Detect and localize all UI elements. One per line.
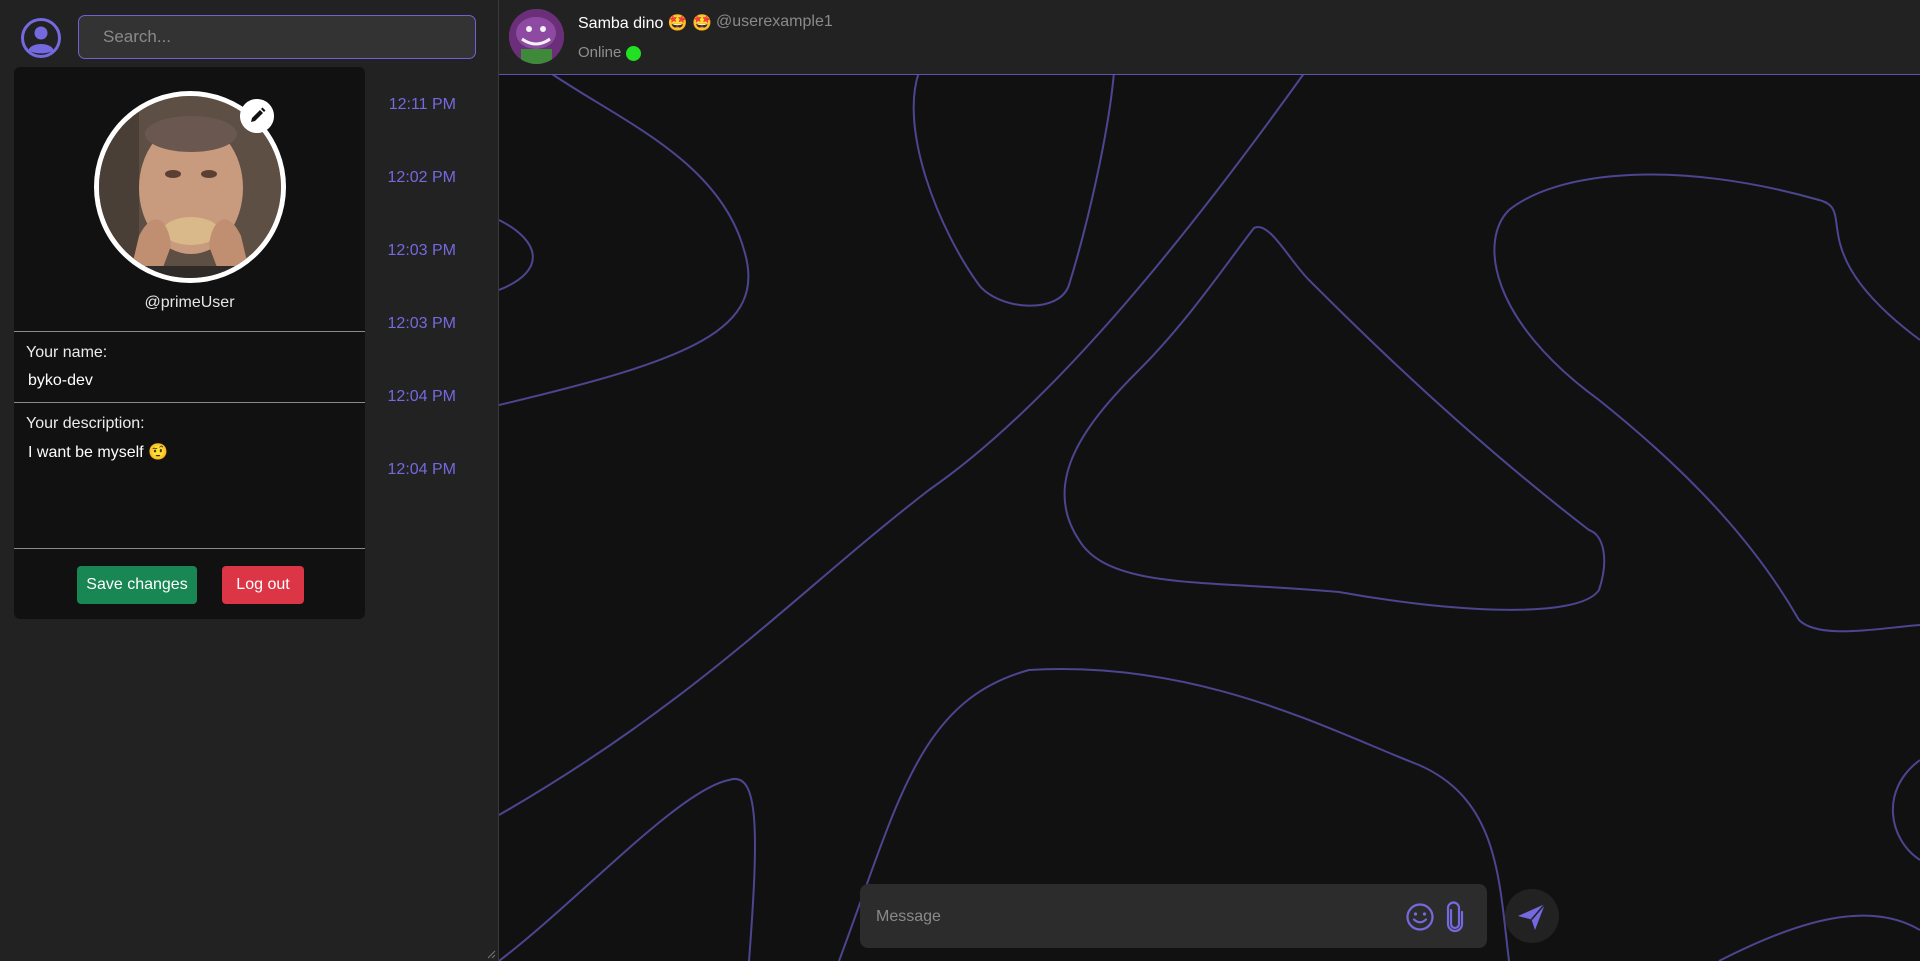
chat-time: 12:04 PM	[387, 388, 456, 405]
chat-time: 12:03 PM	[387, 242, 456, 259]
contact-avatar[interactable]	[509, 9, 564, 64]
background-pattern	[499, 71, 1920, 961]
divider	[14, 331, 365, 332]
paperclip-icon[interactable]	[1444, 901, 1466, 933]
search-input[interactable]	[78, 15, 476, 59]
user-circle-icon[interactable]	[20, 17, 62, 59]
smile-icon[interactable]	[1405, 902, 1435, 932]
chat-time: 12:02 PM	[387, 169, 456, 186]
chat-time: 12:03 PM	[387, 315, 456, 332]
chat-header: Samba dino 🤩 🤩 @userexample1 Online	[499, 0, 1920, 75]
contact-handle: @userexample1	[716, 13, 833, 30]
sidebar: 12:11 PM US 12:02 PM US 12:03 PM US 12:0…	[0, 0, 499, 961]
chat-time: 12:04 PM	[387, 461, 456, 478]
profile-panel: @primeUser Your name: Your description: …	[14, 67, 365, 619]
name-field[interactable]	[26, 367, 356, 395]
name-label: Your name:	[26, 344, 108, 361]
save-changes-button[interactable]: Save changes	[77, 566, 197, 604]
chat-time: 12:11 PM	[388, 96, 456, 113]
log-out-button[interactable]: Log out	[222, 566, 304, 604]
message-composer	[860, 884, 1487, 948]
contact-avatar-image	[509, 9, 564, 64]
profile-username: @primeUser	[144, 294, 235, 311]
chat-area: Samba dino 🤩 🤩 @userexample1 Online	[499, 0, 1920, 961]
description-field[interactable]	[26, 438, 356, 466]
resize-handle-icon[interactable]	[487, 950, 496, 959]
divider	[14, 548, 365, 549]
contact-status: Online	[578, 44, 622, 61]
online-dot-icon	[626, 46, 641, 61]
divider	[14, 402, 365, 403]
contact-name: Samba dino 🤩 🤩	[578, 15, 713, 32]
message-input[interactable]	[874, 902, 1378, 932]
description-label: Your description:	[26, 415, 145, 432]
pencil-icon[interactable]	[240, 99, 274, 133]
send-icon[interactable]	[1505, 889, 1559, 943]
